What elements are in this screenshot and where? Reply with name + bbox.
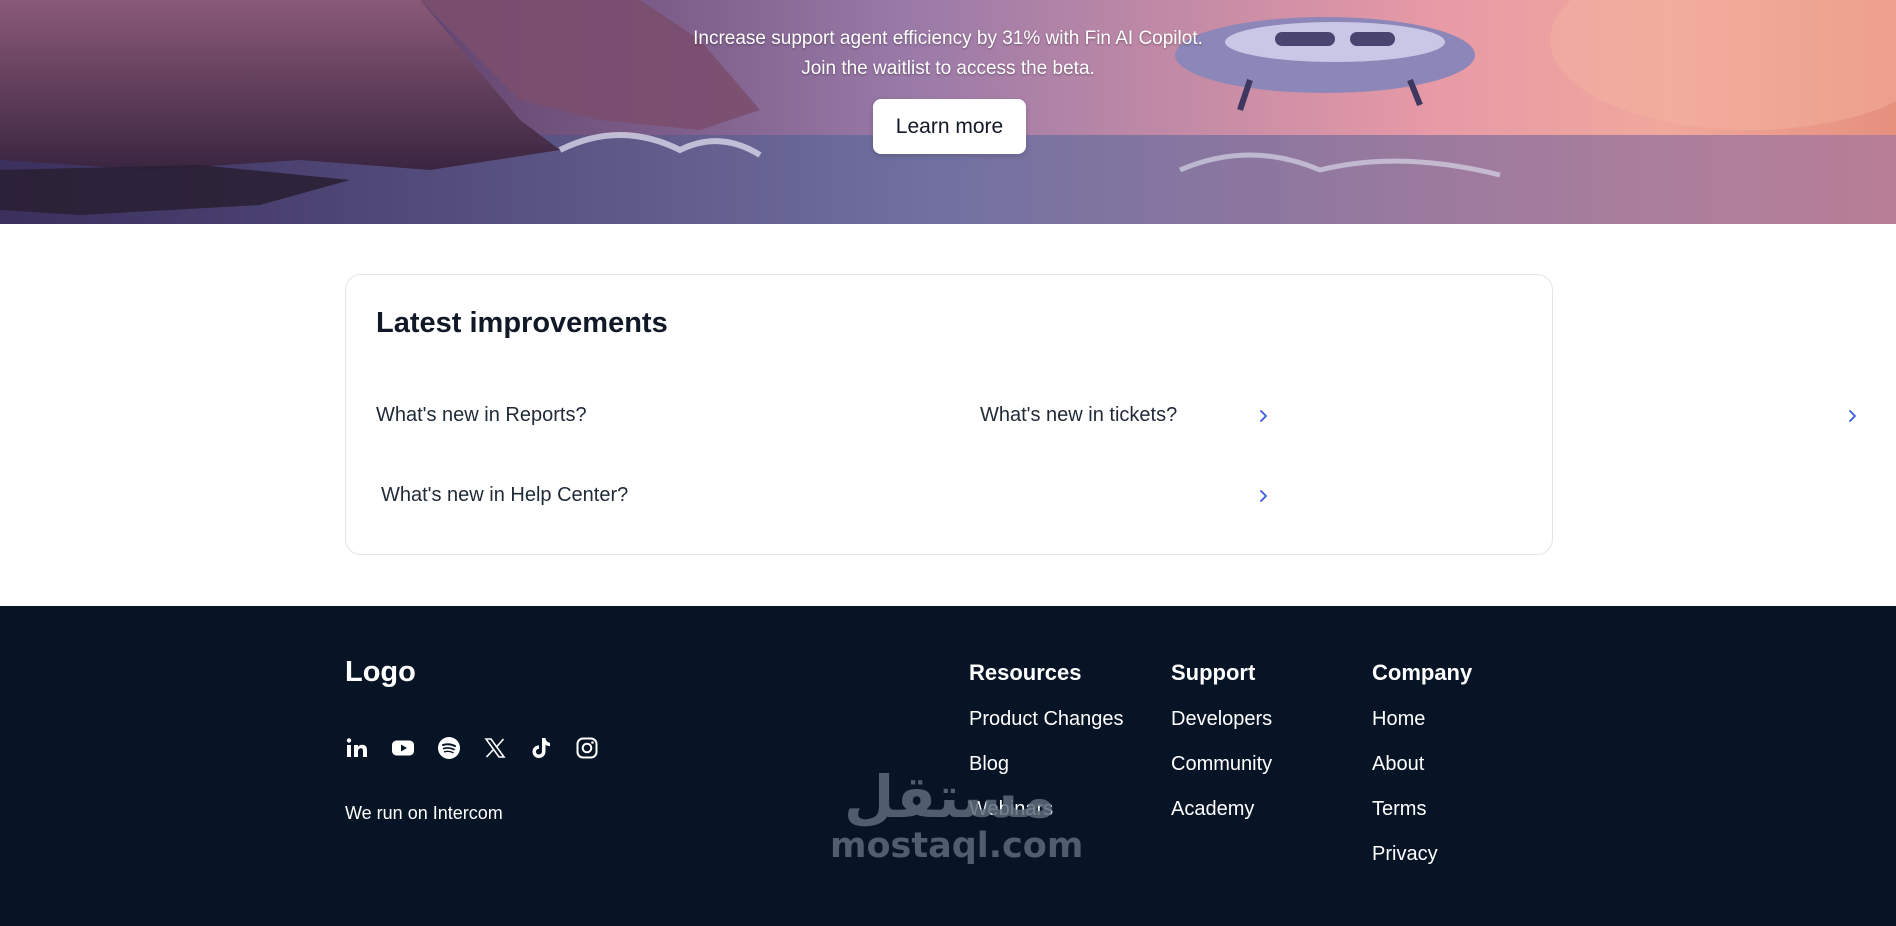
column-heading: Support [1171,660,1256,685]
column-heading: Resources [969,660,1082,685]
instagram-icon[interactable] [575,736,599,760]
footer-link-privacy[interactable]: Privacy [1372,841,1472,867]
card-title: Latest improvements [376,307,668,339]
x-icon[interactable] [483,736,507,760]
site-footer: Logo We run on Intercom Resources Produc… [0,606,1896,926]
chevron-right-icon [1844,407,1860,423]
column-heading: Company [1372,660,1473,685]
footer-tagline: We run on Intercom [345,803,503,823]
improvement-link-help-center[interactable]: What's new in Help Center? [381,475,1271,515]
footer-link-terms[interactable]: Terms [1372,796,1472,822]
footer-link-product-changes[interactable]: Product Changes [969,706,1124,732]
improvement-label: What's new in Reports? [376,403,587,426]
footer-logo[interactable]: Logo [345,656,416,689]
improvement-label: What's new in tickets? [980,403,1178,426]
latest-improvements-card: Latest improvements What's new in Report… [345,274,1856,555]
improvement-link-tickets[interactable]: What's new in tickets? [980,395,1860,435]
footer-column-support: Support Developers Community Academy [1171,660,1272,841]
tiktok-icon[interactable] [529,736,553,760]
spotify-icon[interactable] [437,736,461,760]
footer-link-developers[interactable]: Developers [1171,706,1272,732]
watermark-latin-text: mostaql.com [830,826,1084,866]
hero-banner: Increase support agent efficiency by 31%… [0,0,1896,224]
watermark-arabic-text: مستقل [843,763,1057,831]
improvement-label: What's new in Help Center? [381,483,629,506]
mostaql-watermark: مستقل mostaql.com [830,763,1084,866]
hero-subtitle-line-2: Join the waitlist to access the beta. [801,58,1095,79]
hero-subtitle-line-1: Increase support agent efficiency by 31%… [693,28,1203,49]
linkedin-icon[interactable] [345,736,369,760]
youtube-icon[interactable] [391,736,415,760]
footer-link-home[interactable]: Home [1372,706,1472,732]
chevron-right-icon [1255,487,1271,503]
social-links [345,736,599,760]
footer-column-company: Company Home About Terms Privacy [1372,660,1472,886]
footer-link-community[interactable]: Community [1171,751,1272,777]
learn-more-button[interactable]: Learn more [873,99,1026,154]
footer-link-about[interactable]: About [1372,751,1472,777]
footer-link-academy[interactable]: Academy [1171,796,1272,822]
